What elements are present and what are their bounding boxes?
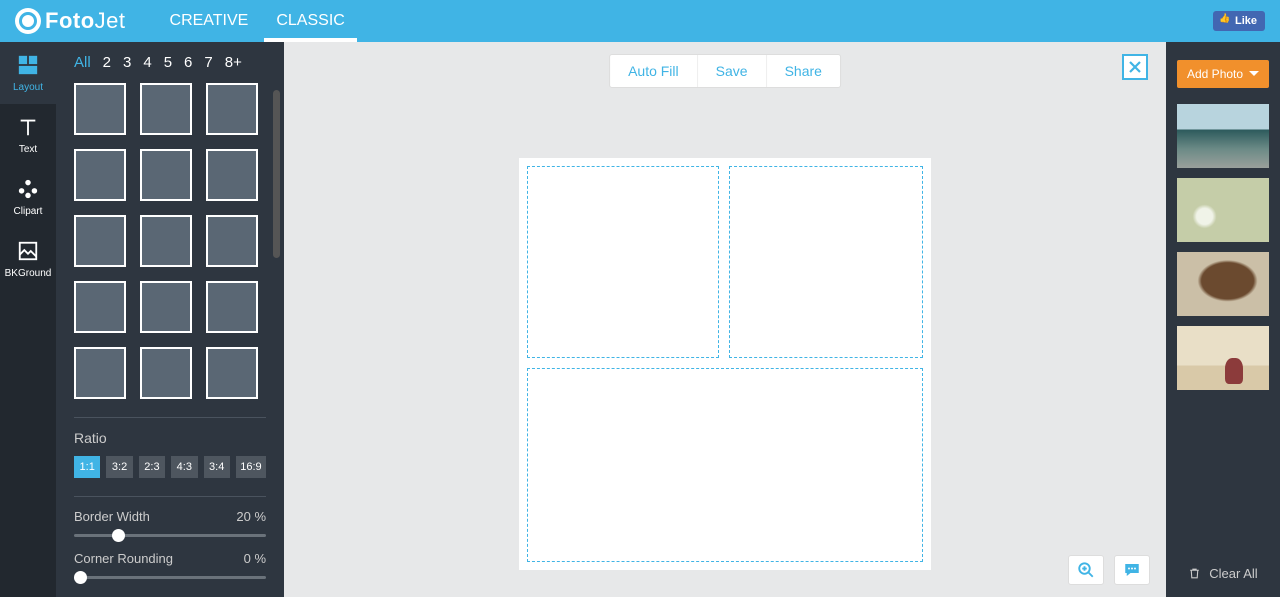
template-7[interactable] (74, 215, 126, 267)
slider-thumb[interactable] (74, 571, 87, 584)
photo-thumb-2[interactable] (1177, 178, 1269, 242)
filter-all[interactable]: All (74, 54, 91, 71)
corner-rounding-label: Corner Rounding (74, 551, 173, 566)
mode-creative[interactable]: CREATIVE (156, 0, 263, 42)
add-photo-button[interactable]: Add Photo (1177, 60, 1269, 88)
nav-clipart[interactable]: Clipart (0, 166, 56, 228)
layout-templates (74, 83, 266, 399)
template-10[interactable] (74, 281, 126, 333)
template-3[interactable] (206, 83, 258, 135)
photo-slot-3[interactable] (527, 368, 923, 562)
feedback-button[interactable] (1114, 555, 1150, 585)
ratio-16-9[interactable]: 16:9 (236, 456, 266, 478)
ratio-1-1[interactable]: 1:1 (74, 456, 100, 478)
ratio-label: Ratio (74, 430, 266, 446)
filter-3[interactable]: 3 (123, 54, 131, 71)
nav-layout[interactable]: Layout (0, 42, 56, 104)
template-12[interactable] (206, 281, 258, 333)
collage-canvas[interactable] (519, 158, 931, 570)
close-button[interactable] (1122, 54, 1148, 80)
close-icon (1129, 61, 1141, 73)
app-header: FotoJet CREATIVE CLASSIC Like (0, 0, 1280, 42)
slider-thumb[interactable] (112, 529, 125, 542)
panel-scrollbar[interactable] (273, 90, 280, 258)
ratio-4-3[interactable]: 4:3 (171, 456, 197, 478)
text-icon (17, 116, 39, 138)
nav-text[interactable]: Text (0, 104, 56, 166)
auto-fill-button[interactable]: Auto Fill (610, 55, 697, 87)
template-11[interactable] (140, 281, 192, 333)
canvas-action-bar: Auto Fill Save Share (609, 54, 841, 88)
template-13[interactable] (74, 347, 126, 399)
template-2[interactable] (140, 83, 192, 135)
photo-thumb-3[interactable] (1177, 252, 1269, 316)
canvas-bottom-tools (1068, 555, 1150, 585)
template-1[interactable] (74, 83, 126, 135)
clear-all-button[interactable]: Clear All (1188, 566, 1257, 587)
ratio-3-2[interactable]: 3:2 (106, 456, 132, 478)
filter-6[interactable]: 6 (184, 54, 192, 71)
photo-thumb-1[interactable] (1177, 104, 1269, 168)
filter-4[interactable]: 4 (143, 54, 151, 71)
save-button[interactable]: Save (697, 55, 766, 87)
filter-5[interactable]: 5 (164, 54, 172, 71)
photo-slot-2[interactable] (729, 166, 923, 358)
ratio-2-3[interactable]: 2:3 (139, 456, 165, 478)
cell-count-filter: All 2 3 4 5 6 7 8+ (74, 54, 266, 71)
facebook-like-button[interactable]: Like (1213, 11, 1265, 31)
left-nav: Layout Text Clipart BKGround (0, 42, 56, 597)
photo-tray: Add Photo Clear All (1166, 42, 1280, 597)
mode-tabs: CREATIVE CLASSIC (156, 0, 359, 42)
zoom-button[interactable] (1068, 555, 1104, 585)
share-button[interactable]: Share (766, 55, 840, 87)
clipart-icon (17, 178, 39, 200)
layout-icon (17, 54, 39, 76)
template-4[interactable] (74, 149, 126, 201)
corner-rounding-value: 0 (244, 551, 251, 566)
photo-thumbnails (1177, 104, 1269, 390)
border-width-label: Border Width (74, 509, 150, 524)
logo-icon (15, 8, 41, 34)
background-icon (17, 240, 39, 262)
canvas-area: Auto Fill Save Share (284, 42, 1166, 597)
divider (74, 496, 266, 497)
nav-background[interactable]: BKGround (0, 228, 56, 290)
border-width-value: 20 (236, 509, 250, 524)
trash-icon (1188, 566, 1201, 581)
brand-logo[interactable]: FotoJet (15, 8, 126, 34)
template-5[interactable] (140, 149, 192, 201)
mode-classic[interactable]: CLASSIC (262, 0, 358, 42)
ratio-selector: 1:1 3:2 2:3 4:3 3:4 16:9 (74, 456, 266, 478)
template-8[interactable] (140, 215, 192, 267)
template-14[interactable] (140, 347, 192, 399)
chevron-down-icon (1249, 69, 1259, 79)
zoom-in-icon (1077, 561, 1095, 579)
layout-panel: All 2 3 4 5 6 7 8+ Ratio (56, 42, 284, 597)
divider (74, 417, 266, 418)
chat-icon (1123, 561, 1141, 579)
thumbs-up-icon (1221, 16, 1231, 26)
photo-thumb-4[interactable] (1177, 326, 1269, 390)
photo-slot-1[interactable] (527, 166, 719, 358)
template-15[interactable] (206, 347, 258, 399)
filter-8plus[interactable]: 8+ (225, 54, 242, 71)
template-6[interactable] (206, 149, 258, 201)
border-width-slider[interactable] (74, 534, 266, 537)
filter-2[interactable]: 2 (103, 54, 111, 71)
filter-7[interactable]: 7 (204, 54, 212, 71)
corner-rounding-slider[interactable] (74, 576, 266, 579)
ratio-3-4[interactable]: 3:4 (204, 456, 230, 478)
template-9[interactable] (206, 215, 258, 267)
